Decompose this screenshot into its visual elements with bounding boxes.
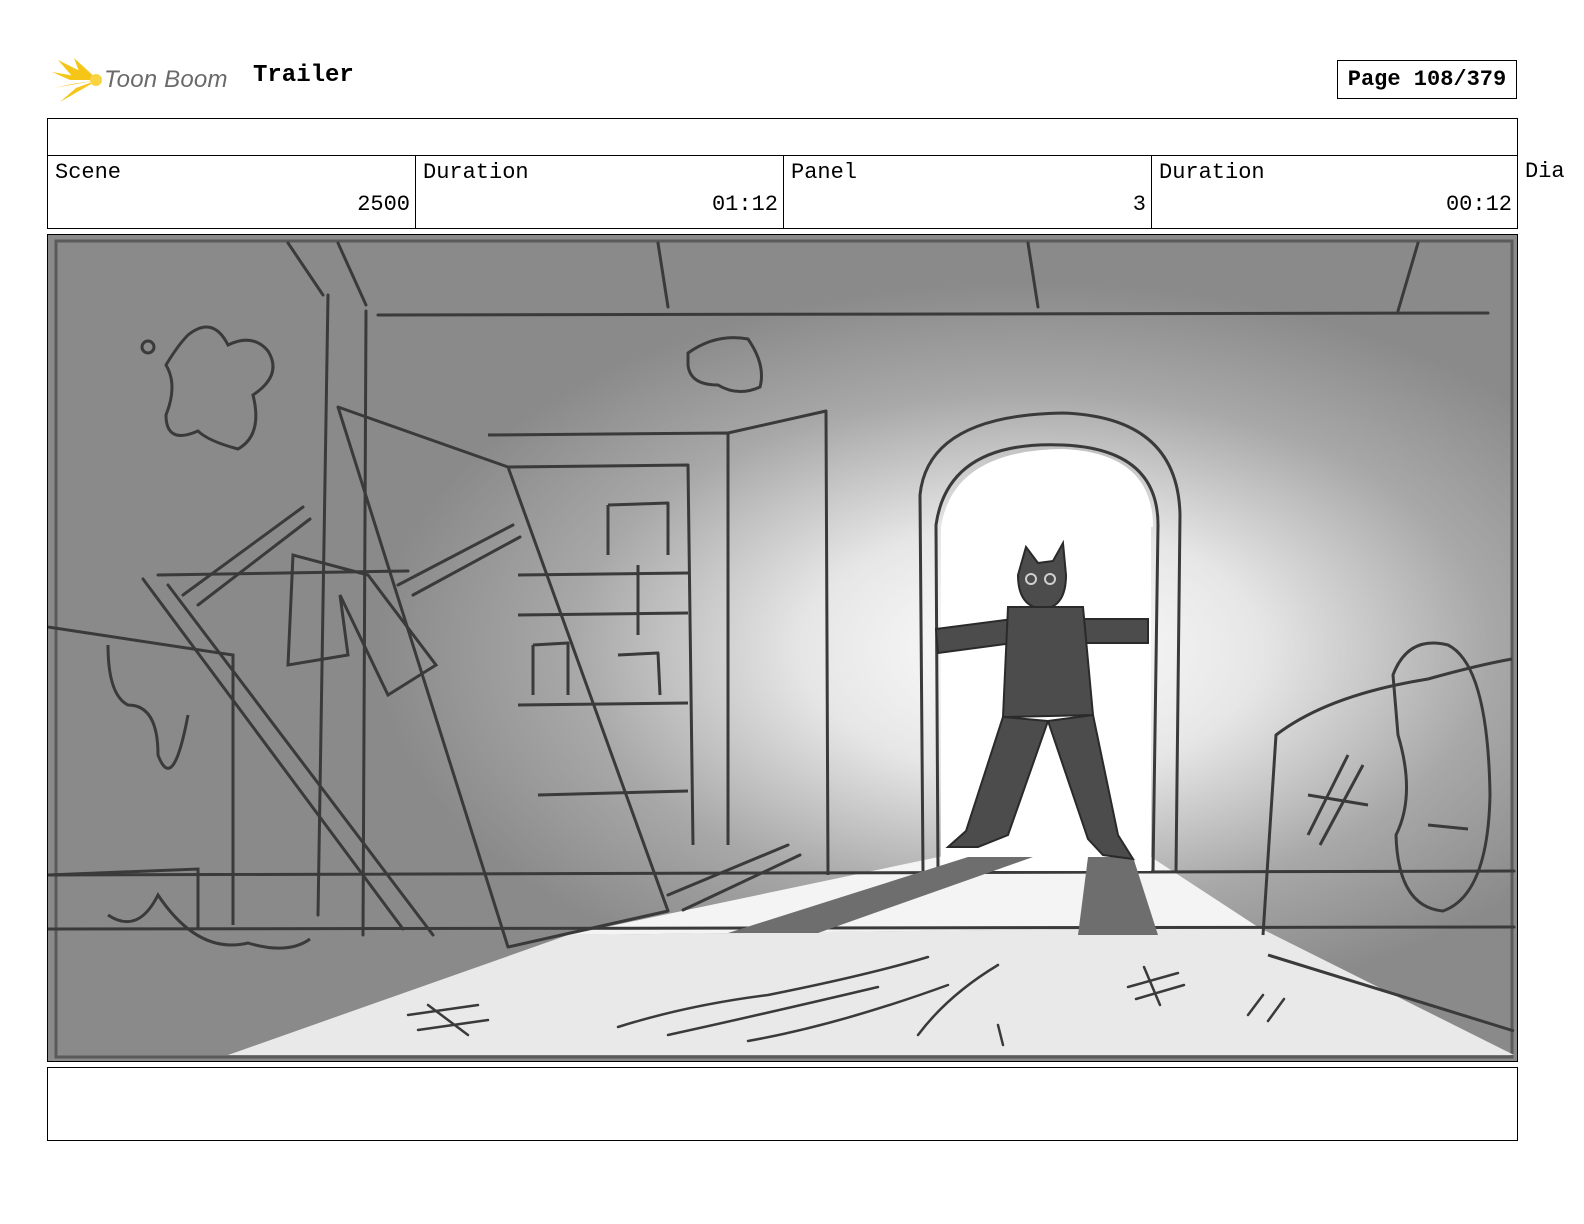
scene-duration-value: 01:12 xyxy=(711,192,778,217)
notes-box xyxy=(47,1067,1518,1141)
scene-value: 2500 xyxy=(357,192,410,217)
panel-value: 3 xyxy=(1132,192,1146,217)
toon-boom-logo: Toon Boom xyxy=(50,54,240,106)
panel-cell: Panel 3 xyxy=(783,155,1152,229)
panel-duration-label: Duration xyxy=(1159,160,1265,185)
dialogue-label-cutoff: Dia xyxy=(1525,159,1565,184)
sketch-drawing xyxy=(48,235,1517,1061)
starburst-logo-icon xyxy=(52,58,102,102)
document-title: Trailer xyxy=(253,62,354,89)
storyboard-panel-image xyxy=(47,234,1518,1062)
scene-duration-cell: Duration 01:12 xyxy=(415,155,784,229)
logo-wordmark: Toon Boom xyxy=(104,66,228,93)
panel-label: Panel xyxy=(791,160,858,185)
panel-duration-cell: Duration 00:12 xyxy=(1151,155,1518,229)
scene-cell: Scene 2500 xyxy=(47,155,416,229)
header-strip xyxy=(47,118,1518,156)
panel-duration-value: 00:12 xyxy=(1445,192,1512,217)
scene-duration-label: Duration xyxy=(423,160,529,185)
scene-label: Scene xyxy=(55,160,122,185)
page-number: Page 108/379 xyxy=(1337,60,1517,99)
